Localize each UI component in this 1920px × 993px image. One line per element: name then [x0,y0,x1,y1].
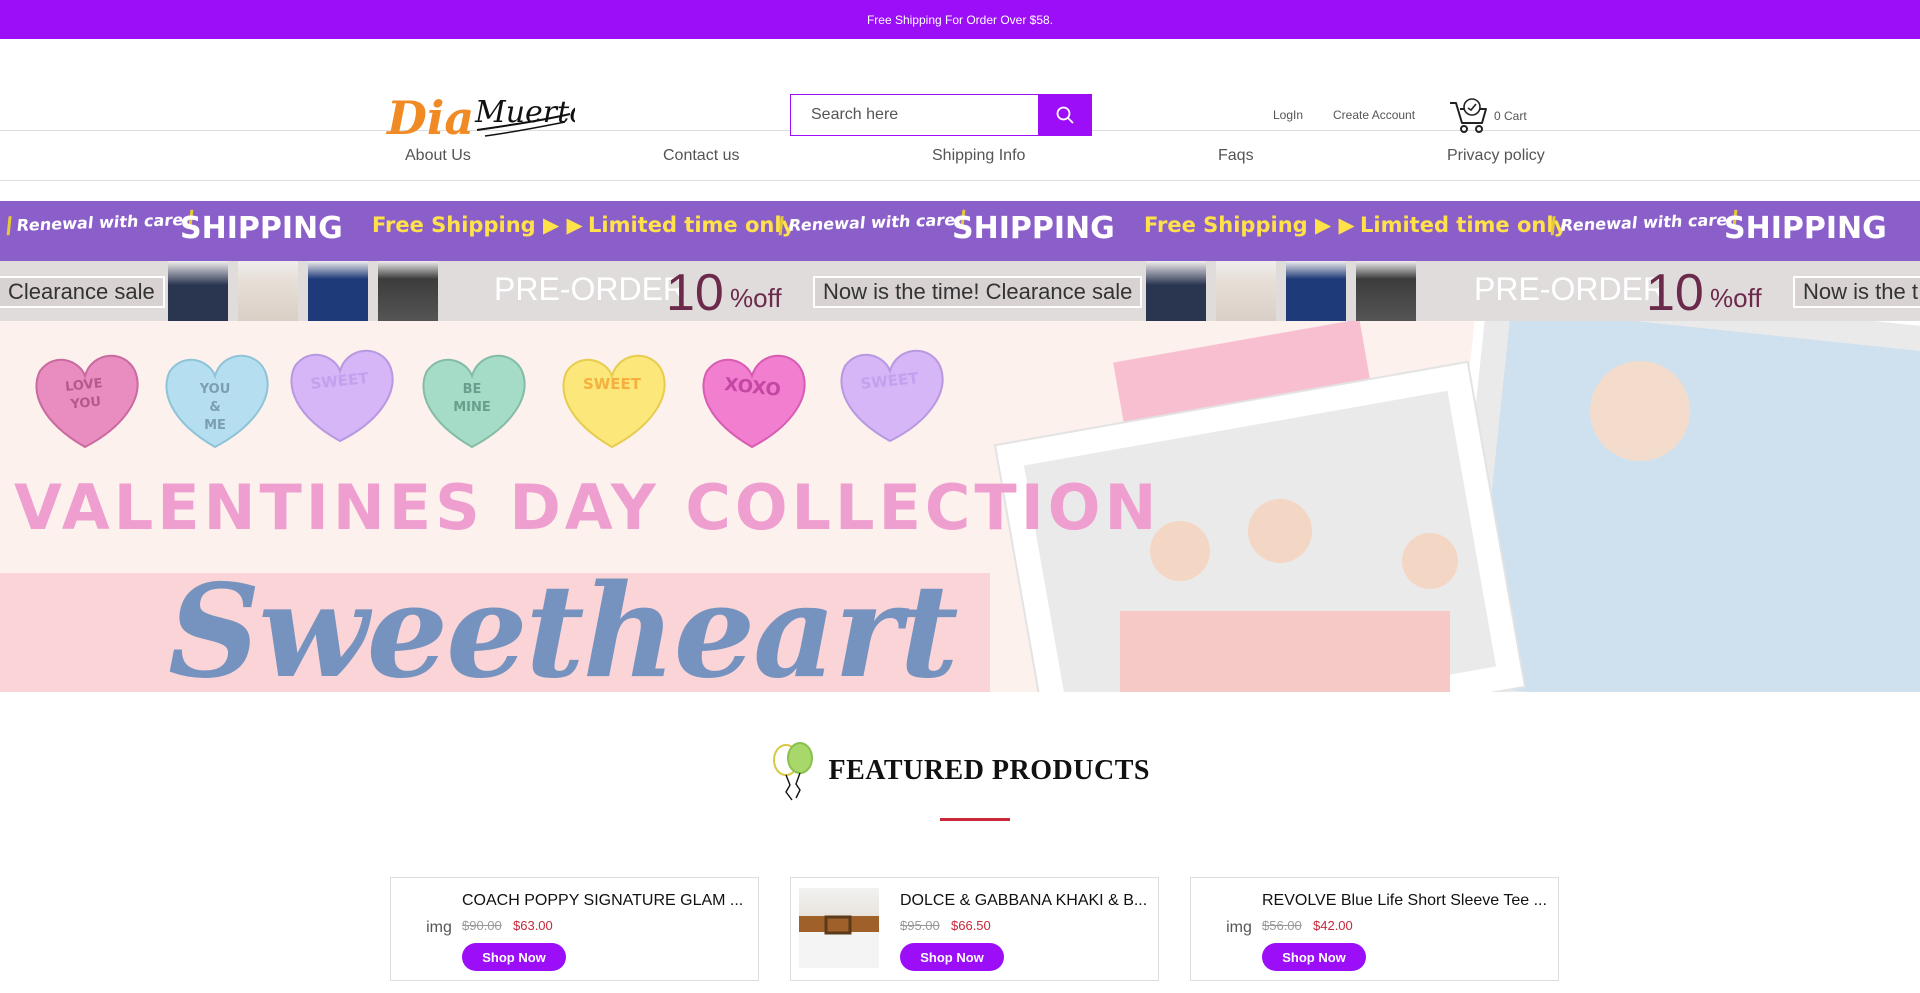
heart-xoxo: XOXO [702,354,806,449]
shop-now-button[interactable]: Shop Now [462,943,566,971]
renewal-label: Renewal with care [6,209,194,236]
now-label: Now is the time! Clearance sale [813,276,1143,308]
heart-sweet: SWEET [290,349,394,443]
jacket-image [1286,261,1346,321]
product-title[interactable]: DOLCE & GABBANA KHAKI & B... [900,892,1152,910]
sale-price: $63.00 [513,918,553,933]
product-image[interactable] [799,888,879,968]
now-label-cut: Now is the t [1793,276,1920,308]
create-account-link[interactable]: Create Account [1333,108,1415,122]
heading-underline [940,818,1010,821]
valentines-hero-banner[interactable]: LOVEYOU YOU & ME SWEET BE MINE SWEET XOXO S… [0,321,1920,692]
nav-shipping-info[interactable]: Shipping Info [932,147,1025,165]
renewal-label: Renewal with care [1550,209,1738,236]
original-price: $95.00 [900,918,940,933]
search-bar [790,94,1092,136]
shop-now-button[interactable]: Shop Now [1262,943,1366,971]
hero-headline: Sweetheart [168,557,959,692]
jacket-image [308,261,368,321]
sale-price: $66.50 [951,918,991,933]
preorder-label: PRE-ORDER [494,271,687,307]
site-header: Dia Muertos LogIn Create Account 0 Cart [0,39,1920,145]
jacket-image [1146,261,1206,321]
featured-title: FEATURED PRODUCTS [828,755,1150,786]
cart-link[interactable]: 0 Cart [1448,97,1527,135]
free-shipping-label: Free Shipping ▶ ▶ [372,213,583,237]
limited-label: Limited time only [588,213,796,237]
off-label: %off [1710,283,1762,313]
nav-privacy-policy[interactable]: Privacy policy [1447,147,1545,165]
shop-now-button[interactable]: Shop Now [900,943,1004,971]
shipping-label: SHIPPING [180,211,343,246]
shipping-label: SHIPPING [952,211,1115,246]
sale-price: $42.00 [1313,918,1353,933]
limited-label: Limited time only [1360,213,1568,237]
renewal-label: Renewal with care [778,209,966,236]
promo-text: Free Shipping For Order Over $58. [866,12,1054,27]
collection-title: VALENTINES DAY COLLECTION [14,471,1161,544]
nav-contact-us[interactable]: Contact us [663,147,739,165]
original-price: $90.00 [462,918,502,933]
nav-about-us[interactable]: About Us [405,147,471,165]
heart-you-and-me: YOU & ME [165,354,269,449]
percent-value: 10 [1646,264,1704,321]
product-card[interactable]: DOLCE & GABBANA KHAKI & B... $95.00 $66.… [790,877,1159,981]
product-card[interactable]: img COACH POPPY SIGNATURE GLAM ... $90.0… [390,877,759,981]
heart-be-mine: BE MINE [422,354,526,449]
heart-love-you: LOVEYOU [35,354,139,449]
product-card[interactable]: img REVOLVE Blue Life Short Sleeve Tee .… [1190,877,1559,981]
shipping-ticker-banner: Renewal with care SHIPPING Free Shipping… [0,201,1920,261]
login-link[interactable]: LogIn [1273,108,1303,122]
search-button[interactable] [1038,94,1092,136]
cart-label: 0 Cart [1494,109,1527,123]
coat-image [238,261,298,321]
product-title[interactable]: REVOLVE Blue Life Short Sleeve Tee ... [1262,892,1552,910]
search-input[interactable] [790,94,1038,136]
heart-sweet-yellow: SWEET [562,354,666,449]
baby-photo [1471,321,1920,692]
preorder-label: PRE-ORDER [1474,271,1667,307]
blazer-image [1356,261,1416,321]
pajamas [1120,611,1450,692]
child-face [1402,533,1458,589]
promo-bar: Free Shipping For Order Over $58. [0,0,1920,39]
original-price: $56.00 [1262,918,1302,933]
featured-heading: FEATURED PRODUCTS [0,740,1920,802]
percent-value: 10 [666,264,724,321]
svg-text:Muertos: Muertos [474,95,575,130]
off-label: %off [730,283,782,313]
heart-sweet-yellow-text: SWEET [583,375,642,393]
clearance-label: Clearance sale [0,276,165,308]
child-face [1248,499,1312,563]
product-title[interactable]: COACH POPPY SIGNATURE GLAM ... [462,892,752,910]
main-nav: About Us Contact us Shipping Info Faqs P… [0,131,1920,181]
balloons-icon [773,742,814,801]
jacket-image [168,261,228,321]
shipping-label: SHIPPING [1724,211,1887,246]
free-shipping-label: Free Shipping ▶ ▶ [1144,213,1355,237]
blazer-image [378,261,438,321]
search-icon [1056,106,1074,124]
baby-face [1590,361,1690,461]
cart-icon [1450,98,1487,133]
heart-sweet-lilac: SWEET [840,349,944,443]
belt-buckle-icon [824,915,852,935]
nav-faqs[interactable]: Faqs [1218,147,1254,165]
clearance-ticker-banner: Clearance sale PRE-ORDER 10 %off Now is … [0,261,1920,321]
coat-image [1216,261,1276,321]
